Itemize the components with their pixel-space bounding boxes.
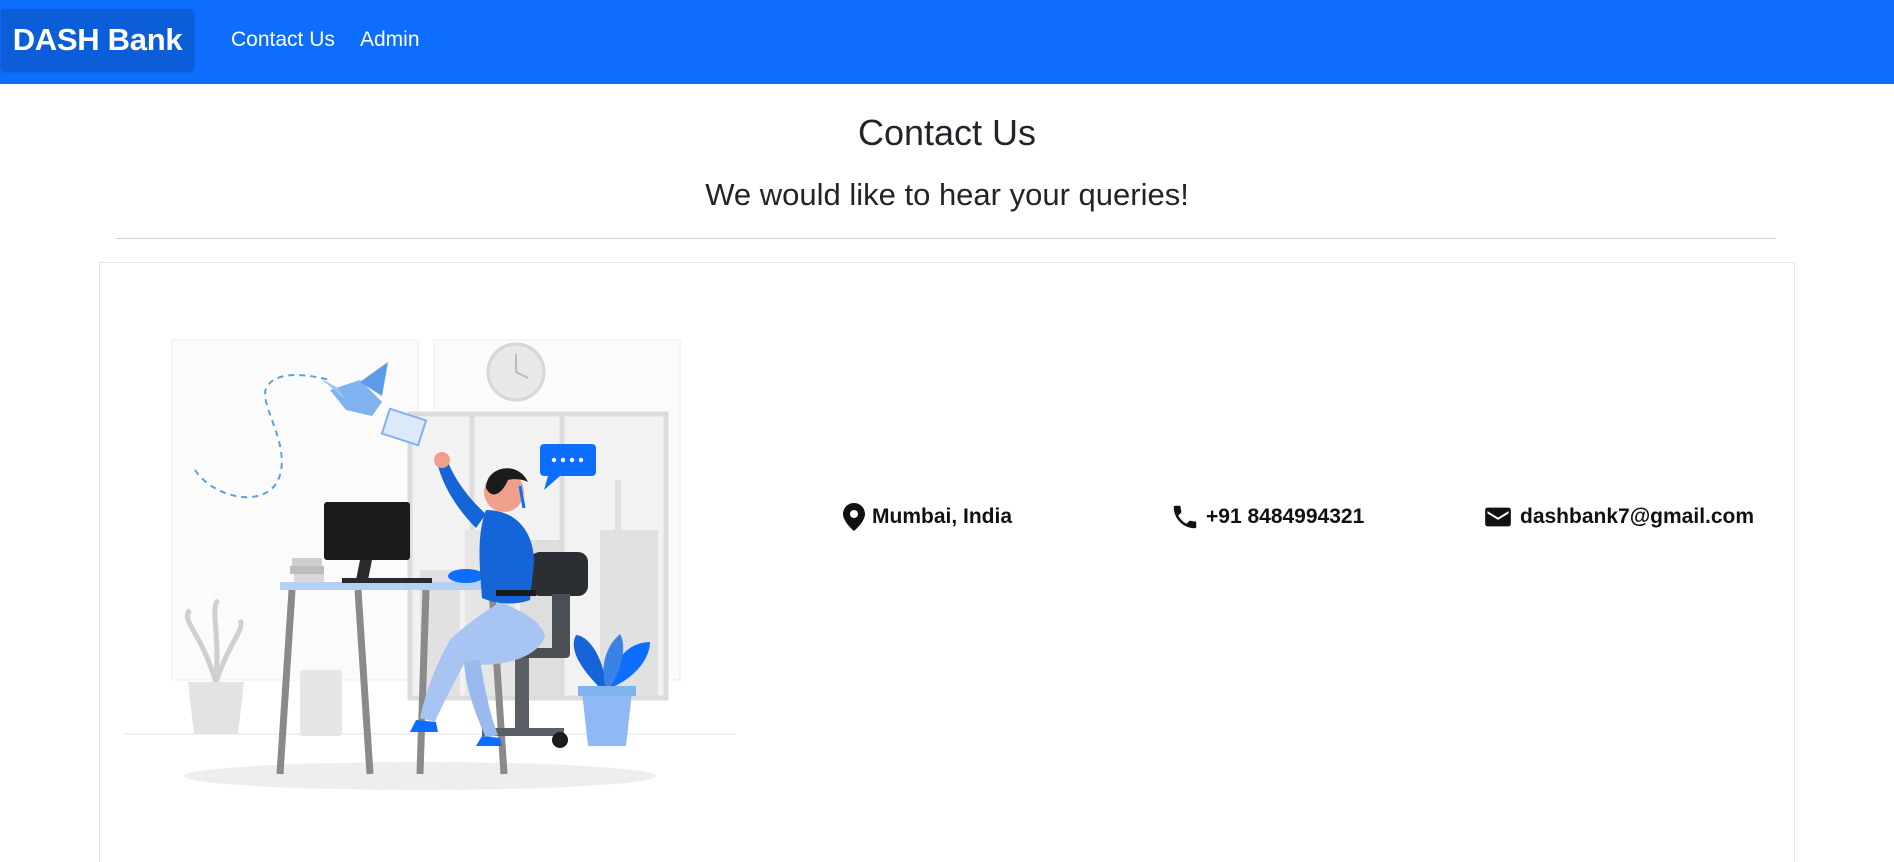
phone-icon — [1170, 502, 1200, 532]
location-text: Mumbai, India — [872, 505, 1013, 528]
envelope-icon — [1482, 503, 1514, 531]
contact-phone[interactable]: +91 8484994321 — [1170, 500, 1364, 534]
top-navbar: DASH Bank Contact Us Admin — [0, 0, 1894, 84]
nav-link-admin[interactable]: Admin — [360, 28, 420, 52]
location-pin-icon — [842, 502, 866, 532]
page-subtitle: We would like to hear your queries! — [705, 177, 1189, 212]
contact-location: Mumbai, India — [842, 500, 1012, 534]
nav-link-contact-us[interactable]: Contact Us — [231, 28, 335, 52]
phone-text: +91 8484994321 — [1206, 505, 1365, 528]
contact-email[interactable]: dashbank7@gmail.com — [1482, 500, 1754, 534]
email-text: dashbank7@gmail.com — [1520, 505, 1755, 528]
page-title: Contact Us — [857, 112, 1037, 153]
customer-support-illustration — [125, 339, 735, 790]
brand-logo-button[interactable]: DASH Bank — [1, 9, 194, 71]
header-divider — [116, 238, 1776, 239]
